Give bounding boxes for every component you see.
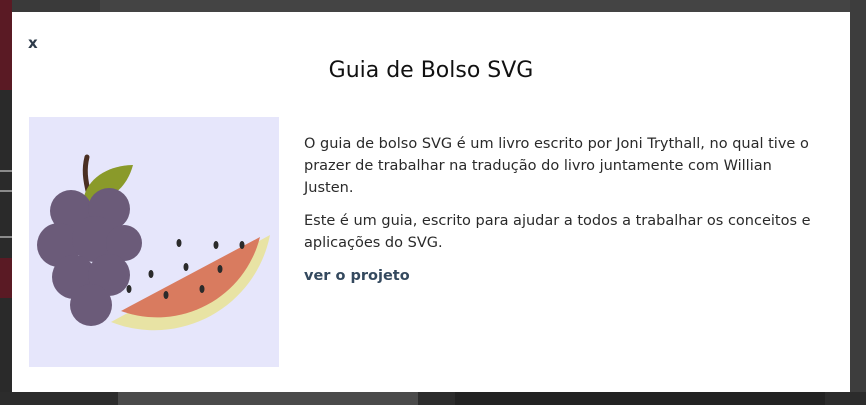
background-page-right bbox=[850, 0, 866, 405]
background-block bbox=[455, 392, 825, 405]
background-page-bottom bbox=[0, 392, 866, 405]
background-page-top bbox=[100, 0, 866, 12]
background-text-fragment bbox=[0, 236, 12, 238]
project-modal: x Guia de Bolso SVG O guia de bolso SVG … bbox=[12, 12, 850, 392]
background-block bbox=[0, 258, 12, 298]
watermelon-flesh bbox=[121, 237, 260, 318]
description-paragraph: Este é um guia, escrito para ajudar a to… bbox=[304, 213, 811, 251]
modal-title: Guia de Bolso SVG bbox=[328, 58, 534, 83]
view-project-link[interactable]: ver o projeto bbox=[304, 265, 410, 287]
background-text-fragment bbox=[0, 190, 12, 192]
close-button[interactable]: x bbox=[28, 34, 38, 52]
background-page-left bbox=[0, 0, 12, 405]
background-text-fragment bbox=[0, 170, 12, 172]
background-block bbox=[0, 0, 12, 90]
grape-cluster bbox=[37, 188, 142, 326]
description-paragraph: O guia de bolso SVG é um livro escrito p… bbox=[304, 136, 809, 196]
fruit-illustration-icon bbox=[37, 154, 270, 331]
project-illustration bbox=[29, 117, 279, 367]
modal-content: O guia de bolso SVG é um livro escrito p… bbox=[304, 133, 824, 287]
background-block bbox=[118, 392, 418, 405]
